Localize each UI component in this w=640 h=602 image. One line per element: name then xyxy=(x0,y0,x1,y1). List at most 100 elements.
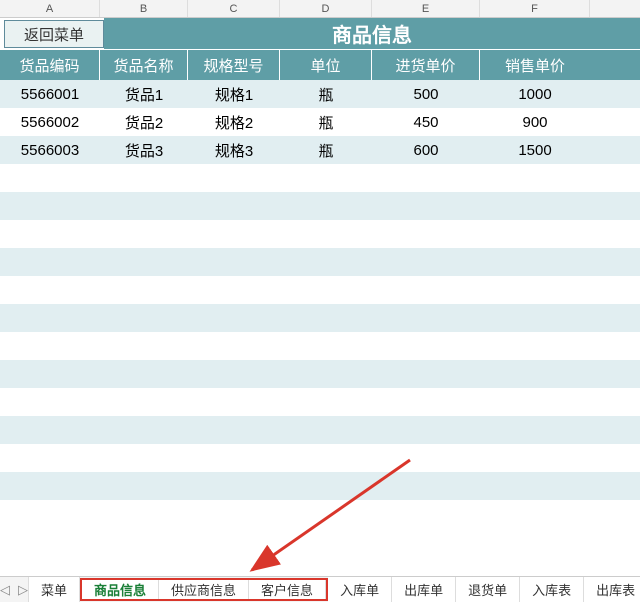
cell-spec[interactable] xyxy=(188,276,280,304)
cell-purchase[interactable] xyxy=(372,388,480,416)
cell-spec[interactable] xyxy=(188,444,280,472)
cell-code[interactable] xyxy=(0,444,100,472)
cell-purchase[interactable] xyxy=(372,332,480,360)
cell-name[interactable] xyxy=(100,388,188,416)
cell-unit[interactable] xyxy=(280,276,372,304)
cell-purchase[interactable] xyxy=(372,276,480,304)
col-letter[interactable]: D xyxy=(280,0,372,17)
col-letter[interactable]: C xyxy=(188,0,280,17)
cell-spec[interactable] xyxy=(188,332,280,360)
cell-code[interactable] xyxy=(0,416,100,444)
cell-code[interactable] xyxy=(0,164,100,192)
cell-sale[interactable] xyxy=(480,388,590,416)
tab-prev-icon[interactable]: ◁ xyxy=(0,582,10,598)
cell-name[interactable] xyxy=(100,444,188,472)
cell-unit[interactable]: 瓶 xyxy=(280,80,372,108)
cell-name[interactable] xyxy=(100,472,188,500)
cell-name[interactable] xyxy=(100,416,188,444)
cell-sale[interactable] xyxy=(480,164,590,192)
cell-name[interactable]: 货品2 xyxy=(100,108,188,136)
col-letter[interactable]: F xyxy=(480,0,590,17)
cell-unit[interactable] xyxy=(280,444,372,472)
cell-unit[interactable] xyxy=(280,472,372,500)
table-row[interactable] xyxy=(0,388,640,416)
cell-purchase[interactable] xyxy=(372,500,480,528)
cell-code[interactable]: 5566003 xyxy=(0,136,100,164)
cell-spec[interactable] xyxy=(188,304,280,332)
table-row[interactable] xyxy=(0,472,640,500)
cell-unit[interactable] xyxy=(280,220,372,248)
cell-purchase[interactable] xyxy=(372,416,480,444)
cell-sale[interactable] xyxy=(480,360,590,388)
cell-name[interactable] xyxy=(100,164,188,192)
cell-purchase[interactable] xyxy=(372,444,480,472)
cell-name[interactable] xyxy=(100,332,188,360)
cell-purchase[interactable]: 450 xyxy=(372,108,480,136)
cell-code[interactable] xyxy=(0,472,100,500)
cell-code[interactable] xyxy=(0,220,100,248)
cell-sale[interactable] xyxy=(480,444,590,472)
table-row[interactable]: 5566003货品3规格3瓶6001500 xyxy=(0,136,640,164)
table-row[interactable] xyxy=(0,332,640,360)
cell-sale[interactable] xyxy=(480,304,590,332)
cell-code[interactable]: 5566001 xyxy=(0,80,100,108)
cell-spec[interactable] xyxy=(188,248,280,276)
cell-name[interactable]: 货品3 xyxy=(100,136,188,164)
cell-purchase[interactable]: 500 xyxy=(372,80,480,108)
cell-spec[interactable]: 规格3 xyxy=(188,136,280,164)
cell-spec[interactable] xyxy=(188,416,280,444)
cell-spec[interactable] xyxy=(188,472,280,500)
col-letter[interactable]: A xyxy=(0,0,100,17)
table-row[interactable] xyxy=(0,500,640,528)
cell-sale[interactable]: 900 xyxy=(480,108,590,136)
cell-spec[interactable]: 规格2 xyxy=(188,108,280,136)
cell-sale[interactable] xyxy=(480,276,590,304)
cell-name[interactable] xyxy=(100,304,188,332)
table-row[interactable] xyxy=(0,164,640,192)
cell-sale[interactable]: 1500 xyxy=(480,136,590,164)
return-menu-button[interactable]: 返回菜单 xyxy=(4,20,104,48)
cell-purchase[interactable] xyxy=(372,472,480,500)
cell-unit[interactable] xyxy=(280,388,372,416)
sheet-tab[interactable]: 供应商信息 xyxy=(159,580,249,599)
cell-code[interactable] xyxy=(0,360,100,388)
table-row[interactable] xyxy=(0,304,640,332)
table-row[interactable] xyxy=(0,444,640,472)
cell-unit[interactable] xyxy=(280,192,372,220)
cell-spec[interactable]: 规格1 xyxy=(188,80,280,108)
cell-code[interactable] xyxy=(0,192,100,220)
cell-purchase[interactable] xyxy=(372,360,480,388)
cell-spec[interactable] xyxy=(188,500,280,528)
col-letter[interactable]: E xyxy=(372,0,480,17)
sheet-tab[interactable]: 入库表 xyxy=(520,577,584,602)
cell-unit[interactable] xyxy=(280,164,372,192)
cell-code[interactable] xyxy=(0,332,100,360)
cell-code[interactable] xyxy=(0,248,100,276)
tab-next-icon[interactable]: ▷ xyxy=(18,582,28,598)
cell-name[interactable] xyxy=(100,248,188,276)
cell-unit[interactable] xyxy=(280,416,372,444)
table-row[interactable]: 5566002货品2规格2瓶450900 xyxy=(0,108,640,136)
cell-code[interactable] xyxy=(0,304,100,332)
sheet-tab[interactable]: 商品信息 xyxy=(82,580,159,599)
table-row[interactable] xyxy=(0,248,640,276)
cell-name[interactable]: 货品1 xyxy=(100,80,188,108)
cell-name[interactable] xyxy=(100,192,188,220)
cell-purchase[interactable] xyxy=(372,192,480,220)
cell-unit[interactable] xyxy=(280,360,372,388)
cell-purchase[interactable] xyxy=(372,164,480,192)
cell-purchase[interactable] xyxy=(372,248,480,276)
cell-spec[interactable] xyxy=(188,388,280,416)
sheet-tab[interactable]: 入库单 xyxy=(328,577,392,602)
cell-sale[interactable]: 1000 xyxy=(480,80,590,108)
cell-spec[interactable] xyxy=(188,192,280,220)
table-row[interactable] xyxy=(0,276,640,304)
cell-purchase[interactable] xyxy=(372,304,480,332)
table-row[interactable] xyxy=(0,360,640,388)
cell-spec[interactable] xyxy=(188,360,280,388)
sheet-tab[interactable]: 菜单 xyxy=(29,577,80,602)
cell-unit[interactable] xyxy=(280,332,372,360)
cell-unit[interactable] xyxy=(280,248,372,276)
cell-code[interactable] xyxy=(0,388,100,416)
cell-sale[interactable] xyxy=(480,500,590,528)
